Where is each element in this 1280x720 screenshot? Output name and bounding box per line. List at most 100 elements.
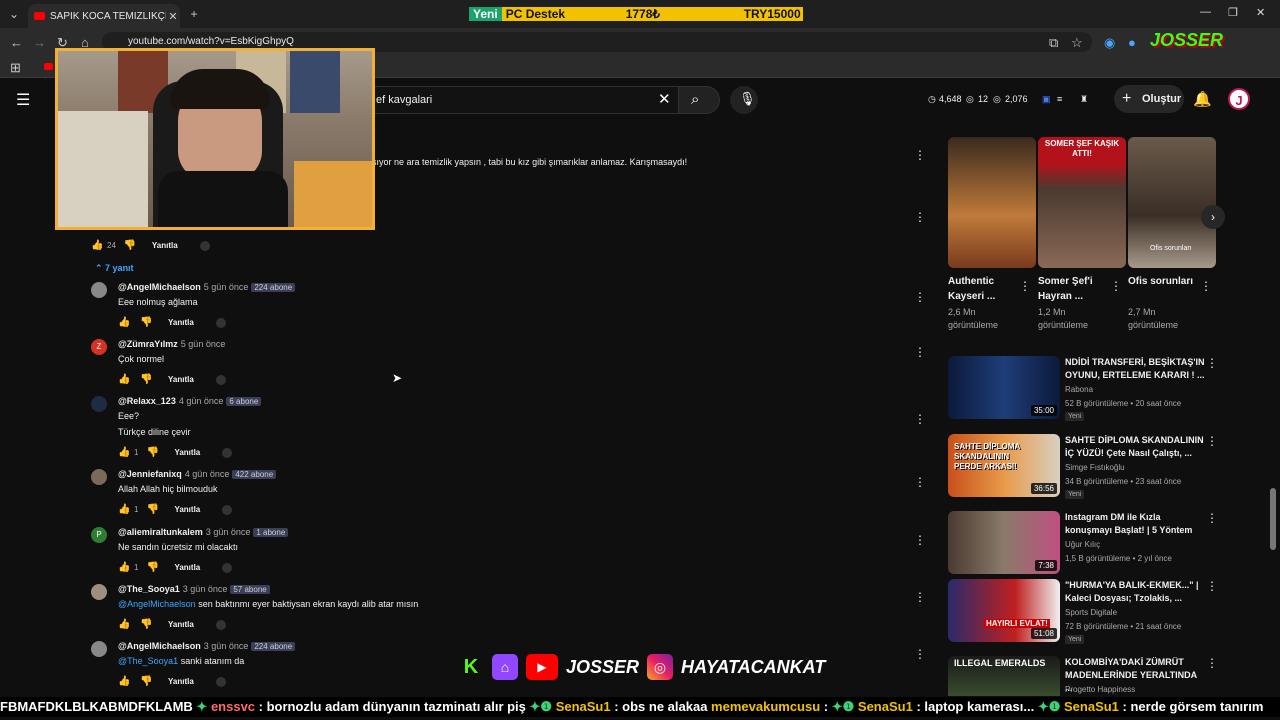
short-title[interactable]: Authentic Kayseri ... xyxy=(948,274,1018,304)
replies-toggle[interactable]: ⌃ 7 yanıt xyxy=(95,263,134,274)
video-thumbnail[interactable]: SAHTE DİPLOMA SKANDALININ PERDE ARKASI! … xyxy=(948,434,1060,497)
video-title[interactable]: SAHTE DİPLOMA SKANDALININ İÇ YÜZÜ! Çete … xyxy=(1065,434,1205,460)
trophy-icon[interactable]: ♜ xyxy=(1080,94,1088,105)
short-title[interactable]: Ofis sorunları xyxy=(1128,274,1198,289)
dislike-icon[interactable]: 👎 xyxy=(140,619,154,630)
avatar[interactable] xyxy=(91,641,107,657)
shorts-next-button[interactable]: › xyxy=(1201,205,1225,229)
mention-link[interactable]: @The_Sooya1 xyxy=(118,656,178,666)
video-title[interactable]: NDİDİ TRANSFERİ, BEŞİKTAŞ'IN OYUNU, ERTE… xyxy=(1065,356,1205,382)
avatar[interactable] xyxy=(91,282,107,298)
browser-tab[interactable]: SAPIK KOCA TEMİZLİKÇİYİ T*CİZ ✕ xyxy=(28,4,180,28)
voice-search-button[interactable]: 🎙 xyxy=(730,86,758,114)
maximize-icon[interactable]: ❐ xyxy=(1228,6,1238,19)
comment-more-icon[interactable]: ⋮ xyxy=(914,591,926,603)
reply-button[interactable]: Yanıtla xyxy=(168,318,194,327)
new-tab-icon[interactable]: + xyxy=(186,6,202,22)
extension2-icon[interactable]: ● xyxy=(1128,35,1136,50)
timestamp[interactable]: 5 gün önce xyxy=(204,282,249,292)
channel-name[interactable]: Progetto Happiness xyxy=(1065,685,1135,694)
reply-button[interactable]: Yanıtla xyxy=(152,241,178,250)
short-more-icon[interactable]: ⋮ xyxy=(1019,279,1031,293)
comment-more-icon[interactable]: ⋮ xyxy=(914,346,926,358)
video-thumbnail[interactable]: HAYIRLI EVLAT! 51:08 xyxy=(948,579,1060,642)
video-title[interactable]: "HURMA'YA BALIK-EKMEK..." | Kaleci Dosya… xyxy=(1065,579,1205,605)
comment-more-icon[interactable]: ⋮ xyxy=(914,534,926,546)
comment-more-icon[interactable]: ⋮ xyxy=(914,476,926,488)
clear-search-icon[interactable]: ✕ xyxy=(658,90,671,108)
translate-icon[interactable]: ▣ xyxy=(1042,94,1051,105)
related-video[interactable]: SAHTE DİPLOMA SKANDALININ PERDE ARKASI! … xyxy=(948,434,1228,499)
mention-link[interactable]: @AngelMichaelson xyxy=(118,599,196,609)
comment-more-icon[interactable]: ⋮ xyxy=(914,291,926,303)
reply-button[interactable]: Yanıtla xyxy=(174,505,200,514)
video-title[interactable]: Instagram DM ile Kızla konuşmayı Başlat!… xyxy=(1065,511,1205,537)
apps-grid-icon[interactable]: ⊞ xyxy=(10,60,21,76)
related-video[interactable]: HAYIRLI EVLAT! 51:08 "HURMA'YA BALIK-EKM… xyxy=(948,579,1228,644)
related-video[interactable]: ILLEGAL EMERALDS KOLOMBİYA'DAKİ ZÜMRÜT M… xyxy=(948,656,1228,696)
channel-name[interactable]: Simge Fıstıkoğlu xyxy=(1065,463,1125,472)
video-thumbnail[interactable]: 35:00 xyxy=(948,356,1060,419)
youtube-bookmark-icon[interactable] xyxy=(44,63,53,70)
back-icon[interactable]: ← xyxy=(10,35,23,50)
dislike-icon[interactable]: 👎 xyxy=(140,317,154,328)
avatar[interactable]: P xyxy=(91,527,107,543)
short-thumbnail[interactable]: Ofis sorunları xyxy=(1128,137,1216,268)
channel-name[interactable]: Sports Digitale xyxy=(1065,608,1117,617)
reply-button[interactable]: Yanıtla xyxy=(174,448,200,457)
like-icon[interactable]: 👍 xyxy=(118,374,132,385)
author-name[interactable]: @aliemiraltunkalem xyxy=(118,527,203,537)
video-more-icon[interactable]: ⋮ xyxy=(1206,656,1218,670)
timestamp[interactable]: 4 gün önce xyxy=(185,469,230,479)
reply-button[interactable]: Yanıtla xyxy=(168,375,194,384)
timestamp[interactable]: 3 gün önce xyxy=(204,641,249,651)
video-thumbnail[interactable]: ILLEGAL EMERALDS xyxy=(948,656,1060,696)
author-name[interactable]: @Relaxx_123 xyxy=(118,396,176,406)
short-item[interactable]: SOMER ŞEF KAŞIK ATTI! xyxy=(1038,137,1126,268)
avatar[interactable] xyxy=(91,469,107,485)
like-icon[interactable]: 👍 xyxy=(118,504,132,515)
related-video[interactable]: 35:00 NDİDİ TRANSFERİ, BEŞİKTAŞ'IN OYUNU… xyxy=(948,356,1228,421)
author-name[interactable]: @AngelMichaelson xyxy=(118,641,201,651)
related-video[interactable]: 7:38 Instagram DM ile Kızla konuşmayı Ba… xyxy=(948,511,1228,574)
close-window-icon[interactable]: ✕ xyxy=(1256,6,1265,19)
extension-icon[interactable]: ◉ xyxy=(1104,35,1115,51)
comment-more-icon[interactable]: ⋮ xyxy=(914,648,926,660)
timestamp[interactable]: 4 gün önce xyxy=(179,396,224,406)
comment-more-icon[interactable]: ⋮ xyxy=(914,413,926,425)
short-item[interactable] xyxy=(948,137,1036,268)
video-more-icon[interactable]: ⋮ xyxy=(1206,356,1218,370)
short-thumbnail[interactable] xyxy=(948,137,1036,268)
avatar[interactable]: Z xyxy=(91,339,107,355)
author-name[interactable]: @Jenniefanixq xyxy=(118,469,182,479)
list-icon[interactable]: ≡ xyxy=(1057,94,1062,104)
channel-name[interactable]: Rabona xyxy=(1065,385,1093,394)
minimize-icon[interactable]: — xyxy=(1200,6,1211,18)
avatar[interactable] xyxy=(91,396,107,412)
dislike-icon[interactable]: 👎 xyxy=(124,240,138,251)
short-more-icon[interactable]: ⋮ xyxy=(1110,279,1122,293)
notifications-bell-icon[interactable]: 🔔 xyxy=(1193,90,1212,108)
comment-more-icon[interactable]: ⋮ xyxy=(914,149,926,161)
timestamp[interactable]: 5 gün önce xyxy=(181,339,226,349)
menu-icon[interactable]: ☰ xyxy=(16,90,30,110)
like-icon[interactable]: 👍 xyxy=(118,619,132,630)
avatar[interactable] xyxy=(91,584,107,600)
dislike-icon[interactable]: 👎 xyxy=(146,447,160,458)
timestamp[interactable]: 3 gün önce xyxy=(183,584,228,594)
dislike-icon[interactable]: 👎 xyxy=(140,676,154,687)
install-icon[interactable]: ⧉ xyxy=(1049,35,1058,51)
forward-icon[interactable]: → xyxy=(33,35,46,50)
tab-search-icon[interactable]: ⌄ xyxy=(6,6,22,22)
like-icon[interactable]: 👍 xyxy=(118,562,132,573)
video-more-icon[interactable]: ⋮ xyxy=(1206,579,1218,593)
search-button[interactable]: ⌕ xyxy=(678,86,720,114)
author-name[interactable]: @AngelMichaelson xyxy=(118,282,201,292)
comment-more-icon[interactable]: ⋮ xyxy=(914,211,926,223)
author-name[interactable]: @ZümraYılmz xyxy=(118,339,178,349)
dislike-icon[interactable]: 👎 xyxy=(146,562,160,573)
like-icon[interactable]: 👍 xyxy=(91,240,105,251)
dislike-icon[interactable]: 👎 xyxy=(146,504,160,515)
page-scrollbar[interactable] xyxy=(1270,488,1276,550)
like-icon[interactable]: 👍 xyxy=(118,447,132,458)
